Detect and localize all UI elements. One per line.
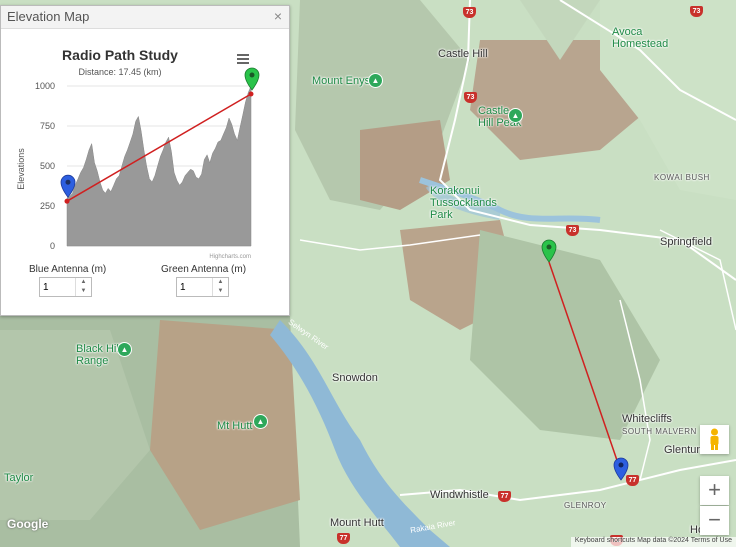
route-shield: 73 [690,6,703,17]
google-logo: Google [7,517,49,531]
y-tick-label: 1000 [35,81,55,91]
green-marker-icon [244,67,260,91]
label-mount-enys: Mount Enys [312,75,371,87]
label-south-malvern: SOUTH MALVERN [622,427,697,436]
label-snowdon: Snowdon [332,372,378,384]
label-glenroy: GLENROY [564,501,607,510]
label-kowai-bush: KOWAI BUSH [654,173,710,182]
y-tick-label: 500 [40,161,55,171]
route-shield: 77 [626,475,639,486]
label-castle-hill: Castle Hill [438,48,488,60]
blue-antenna-label: Blue Antenna (m) [29,264,107,275]
label-springfield: Springfield [660,236,712,248]
blue-antenna-stepper[interactable]: ▲▼ [39,277,92,297]
decrement-arrow-icon[interactable]: ▼ [213,287,228,296]
route-shield: 77 [337,533,350,544]
route-shield: 73 [566,225,579,236]
hamburger-menu-icon[interactable] [237,54,249,65]
green-antenna-input[interactable] [180,280,210,294]
label-korakonui-park: Korakonui Tussocklands Park [430,185,497,221]
label-mt-hutt: Mt Hutt [217,420,253,432]
elevation-chart: 0 250 500 750 1000 Elevations Highcharts.com [16,67,260,260]
park-icon: ▲ [253,414,268,429]
street-view-pegman-icon[interactable] [700,425,729,454]
path-start-point [64,198,70,204]
label-taylor: Taylor [4,472,34,484]
park-icon: ▲ [368,73,383,88]
map-attribution: Keyboard shortcuts Map data ©2024 Terms … [570,537,736,547]
increment-arrow-icon[interactable]: ▲ [213,278,228,287]
route-shield: 73 [463,7,476,18]
decrement-arrow-icon[interactable]: ▼ [76,287,91,296]
chart-subtitle: Distance: 17.45 (km) [78,67,162,77]
y-axis-label: Elevations [16,148,26,190]
elevation-panel: Elevation Map × 0 250 500 750 1000 Elevations… [0,5,290,316]
park-icon: ▲ [117,342,132,357]
label-mount-hutt: Mount Hutt [330,517,384,529]
label-windwhistle: Windwhistle [430,489,489,501]
blue-antenna-input[interactable] [43,280,73,294]
path-end-point [248,91,254,97]
zoom-in-button[interactable]: + [700,476,729,505]
chart-credit: Highcharts.com [209,254,251,260]
zoom-out-button[interactable]: − [700,506,729,535]
route-shield: 73 [464,92,477,103]
y-tick-label: 250 [40,201,55,211]
y-tick-label: 750 [40,121,55,131]
label-black-hill-range: Black Hill Range [76,343,122,367]
y-tick-label: 0 [50,241,55,251]
park-icon: ▲ [508,108,523,123]
label-avoca-homestead: Avoca Homestead [612,26,669,50]
green-antenna-label: Green Antenna (m) [161,264,247,275]
chart-title: Radio Path Study [62,47,178,63]
green-antenna-stepper[interactable]: ▲▼ [176,277,229,297]
label-whitecliffs: Whitecliffs [622,413,672,425]
route-shield: 77 [498,491,511,502]
increment-arrow-icon[interactable]: ▲ [76,278,91,287]
